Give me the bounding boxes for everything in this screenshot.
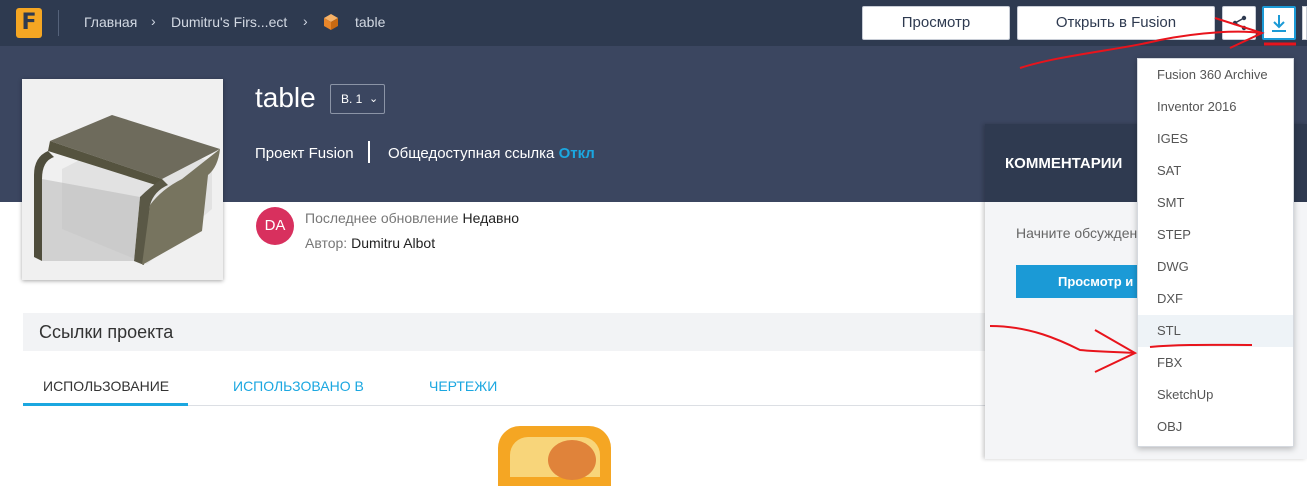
menu-item-obj[interactable]: OBJ xyxy=(1138,411,1293,443)
public-link-label: Общедоступная ссылка xyxy=(388,145,555,162)
menu-item-stl[interactable]: STL xyxy=(1138,315,1293,347)
menu-item-iges[interactable]: IGES xyxy=(1138,123,1293,155)
menu-item-dxf[interactable]: DXF xyxy=(1138,283,1293,315)
tab-drawings[interactable]: ЧЕРТЕЖИ xyxy=(429,378,497,394)
divider xyxy=(368,141,370,163)
fusion-logo-icon[interactable]: F xyxy=(16,8,42,38)
preview-button[interactable]: Просмотр xyxy=(862,6,1010,40)
project-links-header: Ссылки проекта xyxy=(23,313,985,351)
last-updated-label: Последнее обновление xyxy=(305,210,459,226)
tab-usage[interactable]: ИСПОЛЬЗОВАНИЕ xyxy=(43,378,169,394)
chevron-down-icon: ⌄ xyxy=(369,93,379,105)
author: Автор: Dumitru Albot xyxy=(305,235,435,251)
table-model-image xyxy=(34,115,220,265)
menu-item-smt[interactable]: SMT xyxy=(1138,187,1293,219)
menu-item-step[interactable]: STEP xyxy=(1138,219,1293,251)
share-button[interactable] xyxy=(1222,6,1256,40)
project-link[interactable]: Проект Fusion xyxy=(255,145,354,162)
chevron-right-icon: › xyxy=(151,13,156,29)
author-label: Автор: xyxy=(305,235,348,251)
download-format-menu: Fusion 360 Archive Inventor 2016 IGES SA… xyxy=(1137,58,1294,447)
open-in-fusion-button[interactable]: Открыть в Fusion xyxy=(1017,6,1215,40)
author-value: Dumitru Albot xyxy=(351,235,436,251)
tab-active-indicator xyxy=(23,403,188,406)
menu-item-dwg[interactable]: DWG xyxy=(1138,251,1293,283)
chevron-right-icon: › xyxy=(303,13,308,29)
breadcrumb-home[interactable]: Главная xyxy=(84,14,137,30)
breadcrumb-project[interactable]: Dumitru's Firs...ect xyxy=(171,14,287,30)
public-link-row: Общедоступная ссылка Откл xyxy=(388,145,595,162)
download-icon xyxy=(1272,15,1286,32)
download-button[interactable] xyxy=(1262,6,1296,40)
menu-item-sat[interactable]: SAT xyxy=(1138,155,1293,187)
empty-state-icon-dot xyxy=(548,440,596,480)
avatar: DA xyxy=(256,207,294,245)
menu-item-fbx[interactable]: FBX xyxy=(1138,347,1293,379)
comments-prompt: Начните обсужден xyxy=(1016,225,1138,241)
top-bar: F Главная › Dumitru's Firs...ect › table… xyxy=(0,0,1307,46)
comments-title: КОММЕНТАРИИ xyxy=(1005,155,1123,172)
section-title: Ссылки проекта xyxy=(39,322,174,342)
version-selector[interactable]: В. 1 ⌄ xyxy=(330,84,385,114)
design-thumbnail[interactable] xyxy=(22,79,223,280)
menu-item-sketchup[interactable]: SketchUp xyxy=(1138,379,1293,411)
version-label: В. 1 xyxy=(341,92,363,106)
breadcrumb-current: table xyxy=(355,14,386,30)
share-icon xyxy=(1232,15,1247,31)
design-title: table xyxy=(255,82,316,113)
more-button[interactable] xyxy=(1302,6,1307,40)
last-updated: Последнее обновление Недавно xyxy=(305,210,519,226)
menu-item-inventor[interactable]: Inventor 2016 xyxy=(1138,91,1293,123)
menu-item-fusion-archive[interactable]: Fusion 360 Archive xyxy=(1138,59,1293,91)
divider xyxy=(58,10,59,36)
public-link-toggle[interactable]: Откл xyxy=(559,145,595,162)
tab-used-in[interactable]: ИСПОЛЬЗОВАНО В xyxy=(233,378,364,394)
cube-icon xyxy=(324,14,338,30)
last-updated-value: Недавно xyxy=(462,210,519,226)
